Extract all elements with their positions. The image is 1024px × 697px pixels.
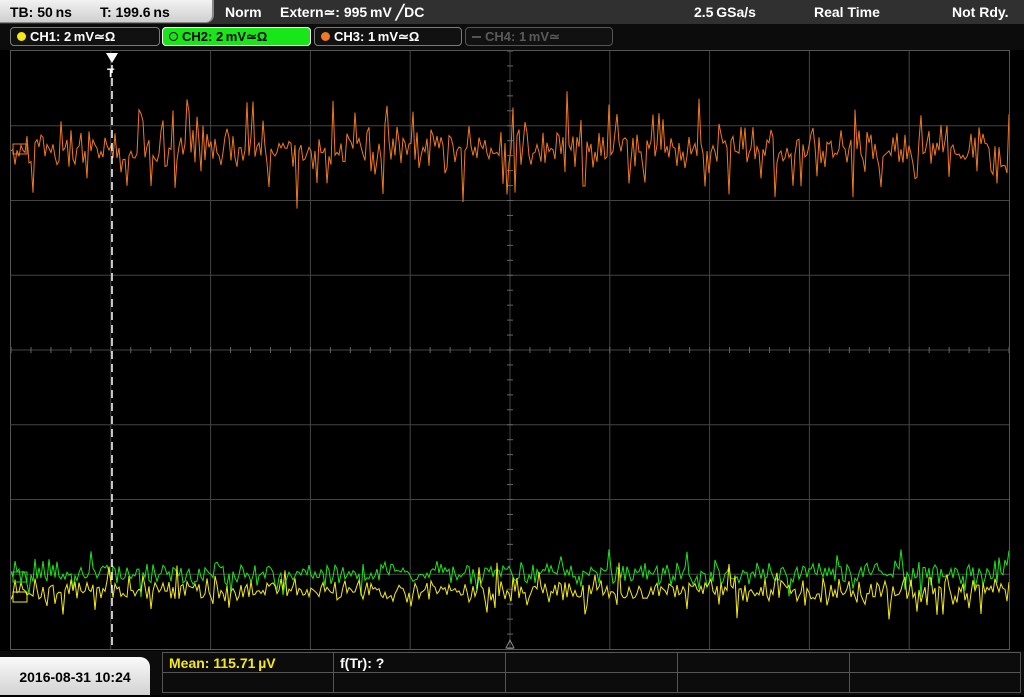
waveform-canvas: T xyxy=(11,51,1009,649)
timebase-panel[interactable]: TB: 50 ns T: 199.6 ns xyxy=(0,0,214,23)
channel-1-tab[interactable]: CH1: 2 mV≃Ω xyxy=(10,27,160,46)
channel-2-tab[interactable]: CH2: 2 mV≃Ω xyxy=(162,27,311,46)
measurement-slot-3[interactable] xyxy=(505,652,678,673)
measurement-rise-time[interactable]: f(Tr): ? xyxy=(333,652,506,673)
channel-2-indicator-icon xyxy=(169,32,178,41)
measurement-slot-7[interactable] xyxy=(333,672,506,693)
channel-1-indicator-icon xyxy=(17,32,26,41)
status-bar: TB: 50 ns T: 199.6 ns Norm Extern≃: 995 … xyxy=(0,0,1024,24)
trigger-source[interactable]: Extern≃: 995 mV ╱DC xyxy=(280,4,424,21)
channel-bar: CH1: 2 mV≃Ω CH2: 2 mV≃Ω CH3: 1 mV≃Ω CH4:… xyxy=(0,24,1024,50)
measurement-slot-10[interactable] xyxy=(849,672,1021,693)
measurement-slot-5[interactable] xyxy=(849,652,1021,673)
timebase-value: TB: 50 ns xyxy=(10,4,72,20)
channel-4-label: CH4: 1 mV≃ xyxy=(485,29,560,44)
bottom-bar: 2016-08-31 10:24 Mean: 115.71 µV f(Tr): … xyxy=(0,651,1024,695)
waveform-display[interactable]: T xyxy=(10,50,1010,650)
measurement-mean[interactable]: Mean: 115.71 µV xyxy=(162,652,334,673)
channel-3-tab[interactable]: CH3: 1 mV≃Ω xyxy=(314,27,462,46)
trigger-mode[interactable]: Norm xyxy=(225,4,262,20)
channel-1-ground-marker xyxy=(12,591,28,603)
measurement-slot-4[interactable] xyxy=(677,652,850,673)
channel-2-label: CH2: 2 mV≃Ω xyxy=(182,29,268,44)
datetime-display: 2016-08-31 10:24 xyxy=(0,657,150,695)
measurement-slot-6[interactable] xyxy=(162,672,334,693)
channel-1-label: CH1: 2 mV≃Ω xyxy=(30,29,116,44)
trigger-status: Not Rdy. xyxy=(952,4,1009,20)
channel-3-label: CH3: 1 mV≃Ω xyxy=(334,29,420,44)
channel-4-indicator-icon xyxy=(472,36,481,38)
acquisition-mode[interactable]: Real Time xyxy=(814,4,880,20)
channel-3-indicator-icon xyxy=(321,32,330,41)
measurement-panel[interactable]: Mean: 115.71 µV f(Tr): ? xyxy=(162,651,1022,695)
channel-4-tab[interactable]: CH4: 1 mV≃ xyxy=(465,27,613,46)
sample-rate: 2.5 GSa/s xyxy=(694,4,756,20)
trigger-time-value: T: 199.6 ns xyxy=(100,4,170,20)
measurement-slot-9[interactable] xyxy=(677,672,850,693)
trigger-position-icon xyxy=(106,53,118,63)
measurement-slot-8[interactable] xyxy=(505,672,678,693)
trigger-marker-label: T xyxy=(107,66,115,80)
